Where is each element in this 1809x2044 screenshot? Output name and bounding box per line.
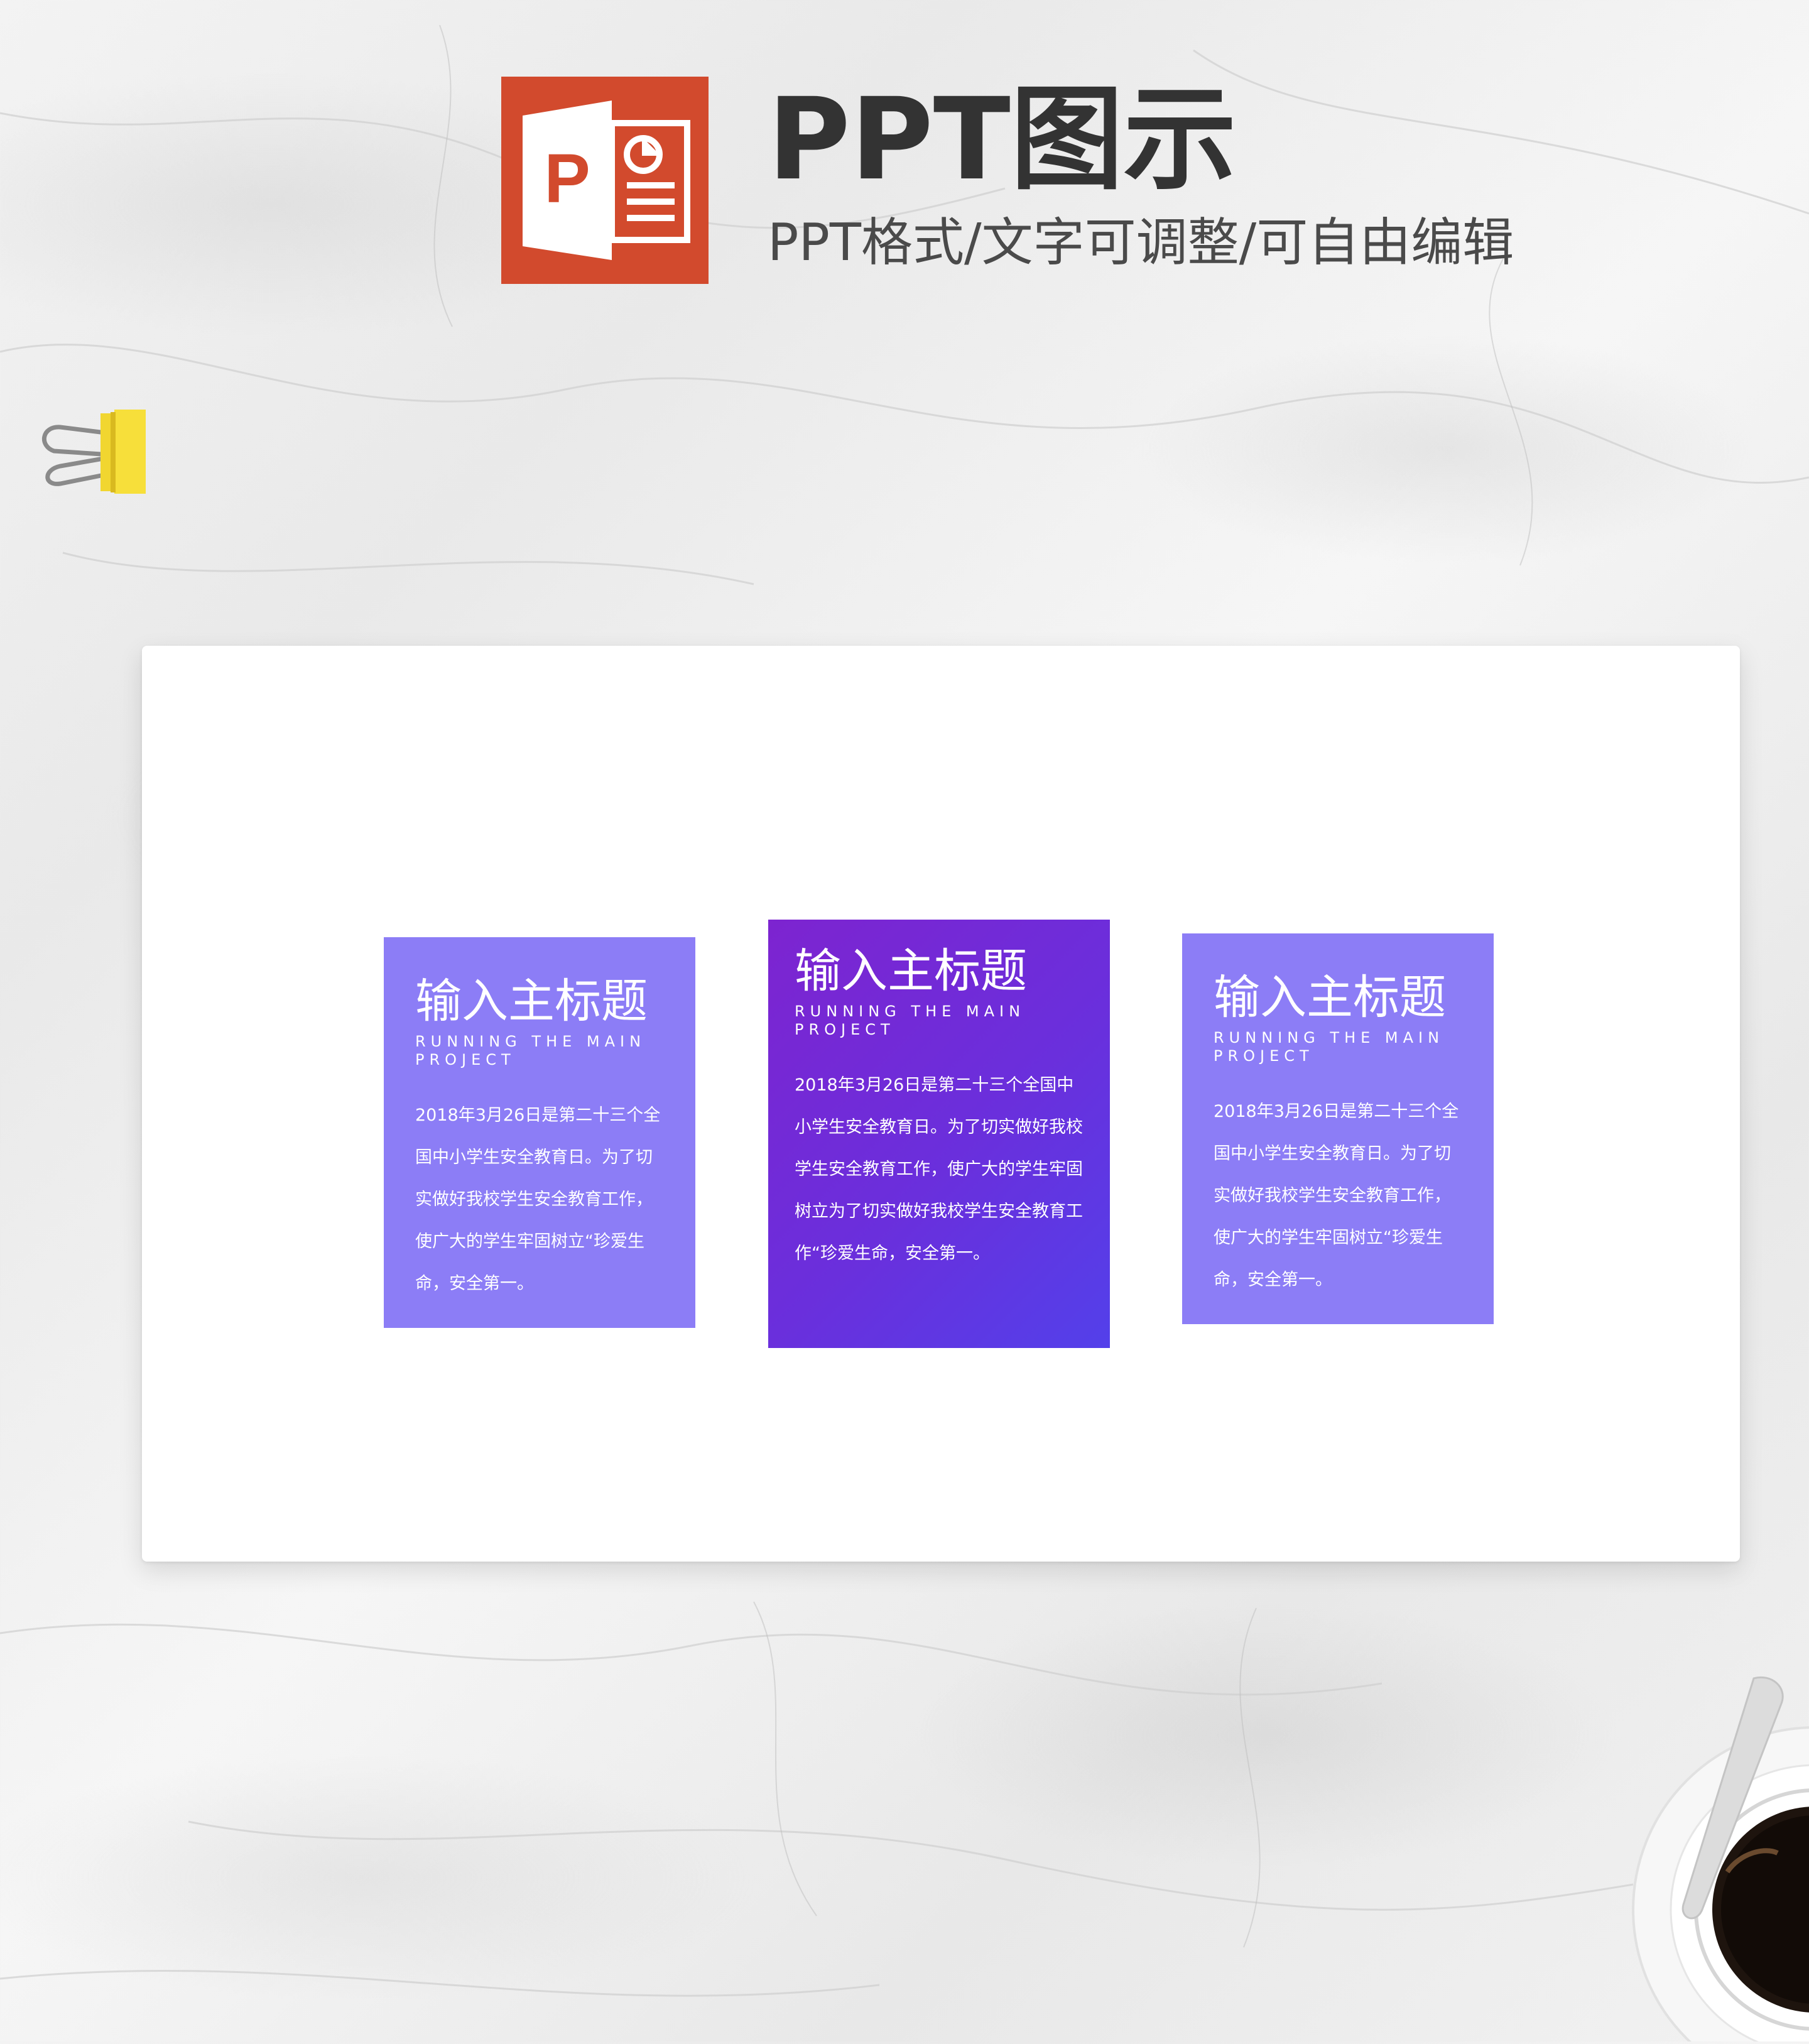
- card-subtitle: RUNNING THE MAIN PROJECT: [1214, 1029, 1445, 1065]
- card-body: 2018年3月26日是第二十三个全国中小学生安全教育日。为了切实做好我校学生安全…: [415, 1106, 661, 1293]
- page-title: PPT图示: [768, 74, 1237, 205]
- slide-card: 输入主标题 RUNNING THE MAIN PROJECT 2018年3月26…: [142, 646, 1740, 1562]
- powerpoint-icon: P: [501, 77, 709, 284]
- coffee-cup-icon: [1608, 1665, 1809, 2044]
- content-card-right: 输入主标题 RUNNING THE MAIN PROJECT 2018年3月26…: [1182, 933, 1494, 1324]
- content-card-left: 输入主标题 RUNNING THE MAIN PROJECT 2018年3月26…: [384, 937, 695, 1328]
- card-title: 输入主标题: [415, 974, 648, 1028]
- card-subtitle: RUNNING THE MAIN PROJECT: [795, 1003, 1026, 1038]
- card-title: 输入主标题: [795, 944, 1027, 998]
- page-subtitle: PPT格式/文字可调整/可自由编辑: [768, 213, 1514, 273]
- card-title: 输入主标题: [1214, 970, 1446, 1025]
- content-card-center: 输入主标题 RUNNING THE MAIN PROJECT 2018年3月26…: [768, 920, 1110, 1348]
- binder-clip-icon: [35, 408, 148, 500]
- card-body: 2018年3月26日是第二十三个全国中小学生安全教育日。为了切实做好我校学生安全…: [795, 1075, 1083, 1263]
- card-body: 2018年3月26日是第二十三个全国中小学生安全教育日。为了切实做好我校学生安全…: [1214, 1102, 1459, 1290]
- card-subtitle: RUNNING THE MAIN PROJECT: [415, 1033, 646, 1068]
- svg-text:P: P: [544, 140, 590, 217]
